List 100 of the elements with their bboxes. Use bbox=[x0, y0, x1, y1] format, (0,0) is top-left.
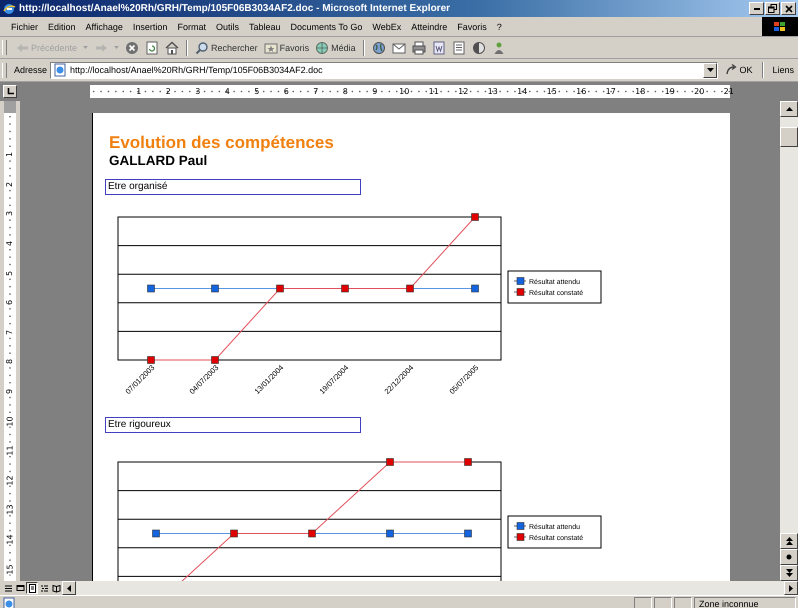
go-button[interactable]: OK bbox=[721, 64, 756, 76]
double-down-arrow-icon bbox=[786, 569, 792, 577]
scroll-up-button[interactable] bbox=[780, 101, 798, 117]
ruler-number: 8 bbox=[342, 87, 349, 96]
page-icon bbox=[53, 63, 68, 77]
ruler-number: 13 bbox=[6, 504, 14, 516]
ruler-number: 19 bbox=[664, 87, 676, 96]
media-button[interactable]: Média bbox=[313, 40, 358, 56]
scroll-thumb[interactable] bbox=[780, 127, 798, 147]
ruler-number: 13 bbox=[486, 87, 499, 96]
ruler-number: 6 bbox=[6, 300, 14, 306]
page-view-icon bbox=[28, 584, 36, 592]
address-label: Adresse bbox=[14, 65, 48, 75]
menu-item[interactable]: Edition bbox=[43, 22, 81, 32]
ruler-number: 12 bbox=[6, 475, 14, 486]
security-zone: Zone inconnue bbox=[694, 596, 796, 608]
menu-item[interactable]: Outils bbox=[210, 22, 244, 32]
favorites-button[interactable]: Favoris bbox=[262, 40, 312, 56]
double-up-arrow-icon bbox=[786, 537, 792, 545]
refresh-icon bbox=[145, 40, 160, 54]
status-pane bbox=[674, 596, 692, 608]
data-point bbox=[464, 458, 472, 466]
status-pane bbox=[654, 596, 672, 608]
menu-item[interactable]: ? bbox=[492, 22, 507, 32]
notes-icon bbox=[452, 40, 466, 54]
data-point bbox=[386, 530, 394, 538]
ruler-number: 14 bbox=[6, 534, 14, 545]
ruler-number: 18 bbox=[634, 87, 646, 96]
ruler-number: 17 bbox=[604, 87, 617, 96]
web-view-icon bbox=[16, 584, 24, 592]
scroll-right-button[interactable] bbox=[784, 581, 798, 595]
address-field[interactable]: http://localhost/Anael%20Rh/GRH/Temp/105F06B3034AF2.doc bbox=[50, 62, 718, 78]
document-icon bbox=[432, 40, 446, 54]
scroll-left-button[interactable] bbox=[62, 581, 76, 595]
menu-item[interactable]: Tableau bbox=[244, 22, 286, 32]
window-title: http://localhost/Anael%20Rh/GRH/Temp/105F06B3034AF2.doc - Microsoft Internet Explorer bbox=[19, 3, 452, 14]
ruler-number: 9 bbox=[371, 87, 378, 96]
data-point bbox=[211, 356, 219, 364]
ruler-number: 15 bbox=[546, 87, 558, 96]
left-arrow-icon bbox=[67, 584, 71, 592]
browse-object-button[interactable] bbox=[780, 549, 798, 565]
ruler-number: 3 bbox=[6, 211, 14, 217]
menu-item[interactable]: Fichier bbox=[6, 22, 44, 32]
chart-caption: Etre organisé bbox=[105, 179, 361, 195]
globe-icon bbox=[372, 40, 386, 54]
data-point bbox=[152, 530, 160, 538]
normal-view-icon bbox=[4, 584, 12, 592]
windows-flag-icon bbox=[773, 20, 787, 32]
menu-item[interactable]: Format bbox=[172, 22, 211, 32]
ruler-number: 20 bbox=[693, 87, 706, 96]
menu-item[interactable]: Atteindre bbox=[406, 22, 452, 32]
data-point bbox=[471, 213, 479, 221]
search-icon bbox=[195, 40, 210, 54]
document-title: Evolution des compétences bbox=[109, 133, 335, 153]
ruler-number: 4 bbox=[6, 241, 14, 246]
menu-item[interactable]: Documents To Go bbox=[286, 22, 368, 32]
previous-page-button[interactable] bbox=[780, 533, 798, 549]
view-button[interactable] bbox=[26, 582, 38, 594]
print-button[interactable] bbox=[410, 40, 428, 56]
ruler-number: 8 bbox=[6, 359, 14, 364]
dot-icon bbox=[786, 554, 792, 560]
links-button[interactable]: Liens bbox=[770, 65, 798, 75]
browser-icon bbox=[2, 2, 16, 16]
circle-icon bbox=[472, 40, 486, 54]
printer-icon bbox=[412, 40, 426, 54]
next-page-button[interactable] bbox=[780, 565, 798, 581]
menu-item[interactable]: Affichage bbox=[80, 22, 128, 32]
data-point bbox=[386, 458, 394, 466]
minimize-button[interactable] bbox=[749, 2, 764, 15]
ruler-number: 12 bbox=[457, 87, 470, 96]
reading-view-icon bbox=[52, 584, 60, 592]
close-button[interactable] bbox=[781, 2, 796, 15]
address-text: http://localhost/Anael%20Rh/GRH/Temp/105F06B3034AF2.doc bbox=[70, 65, 324, 75]
ruler-number: 5 bbox=[253, 87, 260, 96]
menu-item[interactable]: Insertion bbox=[128, 22, 172, 32]
data-point bbox=[211, 284, 219, 292]
menu-item[interactable]: Favoris bbox=[452, 22, 492, 32]
view-button[interactable] bbox=[50, 582, 62, 594]
search-button[interactable]: Rechercher bbox=[193, 40, 260, 56]
data-point bbox=[230, 530, 238, 538]
tab-selector-button[interactable] bbox=[3, 85, 17, 98]
chart-caption: Etre rigoureux bbox=[105, 417, 361, 433]
view-button[interactable] bbox=[14, 582, 26, 594]
stop-icon bbox=[125, 40, 140, 54]
status-pane bbox=[634, 596, 652, 608]
data-point bbox=[147, 356, 155, 364]
ruler-number: 21 bbox=[722, 87, 735, 96]
caret-icon bbox=[114, 46, 120, 49]
data-point bbox=[147, 284, 155, 292]
restore-button[interactable] bbox=[765, 2, 780, 15]
ruler-number: 4 bbox=[224, 87, 231, 96]
ruler-number: 1 bbox=[135, 87, 142, 96]
ruler-number: 7 bbox=[6, 330, 14, 335]
data-point bbox=[276, 284, 284, 292]
ruler-number: 2 bbox=[6, 182, 14, 187]
ruler-number: 7 bbox=[312, 87, 320, 96]
ruler-number: 11 bbox=[428, 87, 440, 96]
home-icon bbox=[165, 40, 180, 54]
menu-item[interactable]: WebEx bbox=[367, 22, 406, 32]
minimize-icon bbox=[754, 8, 760, 10]
